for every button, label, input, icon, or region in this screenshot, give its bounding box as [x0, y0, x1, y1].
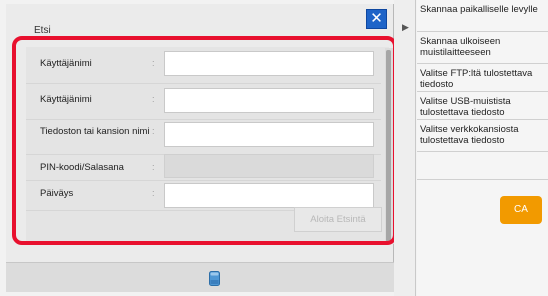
field-row-filename: Tiedoston tai kansion nimi : [26, 119, 381, 154]
taskbar [6, 262, 394, 292]
username-field[interactable] [164, 51, 374, 76]
side-item-network[interactable]: Valitse verkkokansiosta tulostettava tie… [417, 120, 548, 152]
username-field-2[interactable] [164, 88, 374, 113]
field-label: Käyttäjänimi [40, 58, 92, 69]
side-item-usb[interactable]: Valitse USB-muistista tulostettava tiedo… [417, 92, 548, 120]
field-separator: : [152, 126, 155, 136]
close-button[interactable]: ✕ [366, 9, 387, 29]
pin-field [164, 154, 374, 178]
filename-field[interactable] [164, 122, 374, 147]
expand-panel-icon[interactable]: ▶ [402, 22, 409, 33]
ca-button[interactable]: CA [500, 196, 542, 224]
start-search-button[interactable]: Aloita Etsintä [294, 207, 382, 232]
field-separator: : [152, 94, 155, 104]
field-label: Päiväys [40, 188, 74, 199]
field-label: PIN-koodi/Salasana [40, 162, 124, 173]
scrollbar-thumb[interactable] [386, 50, 391, 242]
field-row-username-1: Käyttäjänimi : [26, 47, 381, 83]
side-menu: Skannaa paikalliselle levylle Skannaa ul… [417, 0, 548, 296]
field-label: Tiedoston tai kansion nimi [40, 126, 150, 137]
dialog-title: Etsi [34, 25, 51, 36]
scrollbar[interactable] [385, 48, 394, 244]
side-panel-toggle[interactable] [394, 0, 416, 296]
field-label: Käyttäjänimi [40, 94, 92, 105]
field-separator: : [152, 162, 155, 172]
field-row-pin: PIN-koodi/Salasana : [26, 154, 381, 180]
field-separator: : [152, 188, 155, 198]
side-item-ftp[interactable]: Valitse FTP:ltä tulostettava tiedosto [417, 64, 548, 92]
date-field[interactable] [164, 183, 374, 208]
side-item-empty [417, 152, 548, 180]
side-item-scan-external[interactable]: Skannaa ulkoiseen muistilaitteeseen [417, 32, 548, 64]
field-separator: : [152, 58, 155, 68]
search-dialog: Etsi ✕ Käyttäjänimi : Käyttäjänimi : Tie… [6, 4, 394, 262]
screen: Etsi ✕ Käyttäjänimi : Käyttäjänimi : Tie… [0, 0, 548, 296]
side-item-scan-local[interactable]: Skannaa paikalliselle levylle [417, 0, 548, 32]
field-row-username-2: Käyttäjänimi : [26, 83, 381, 119]
storage-drive-icon[interactable] [209, 271, 220, 286]
